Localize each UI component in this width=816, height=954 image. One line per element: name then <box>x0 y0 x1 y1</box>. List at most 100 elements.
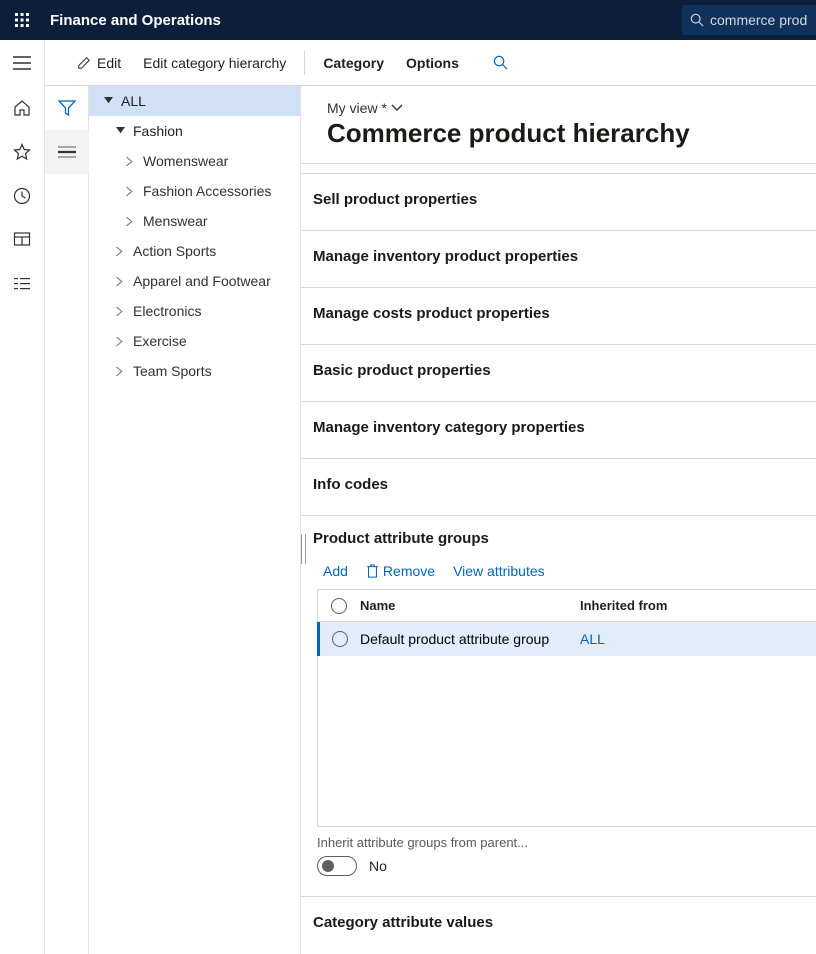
options-button[interactable]: Options <box>396 46 469 80</box>
attribute-grid: Name Inherited from Default product attr… <box>317 589 816 827</box>
command-bar: Edit Edit category hierarchy Category Op… <box>45 40 816 86</box>
search-icon <box>493 55 508 70</box>
section-sell[interactable]: Sell product properties <box>301 173 816 224</box>
inherit-label: Inherit attribute groups from parent... <box>317 835 816 850</box>
tree-label: Exercise <box>133 333 187 349</box>
search-value: commerce prod <box>710 12 807 28</box>
col-inherited[interactable]: Inherited from <box>580 598 816 613</box>
attr-toolbar: Add Remove View attributes <box>313 563 816 579</box>
hamburger-button[interactable] <box>0 40 45 86</box>
home-button[interactable] <box>0 86 45 130</box>
category-button[interactable]: Category <box>313 46 394 80</box>
workspaces-button[interactable] <box>0 218 45 262</box>
view-rail <box>45 86 89 954</box>
edit-button[interactable]: Edit <box>67 46 131 80</box>
expander-icon[interactable] <box>113 247 127 256</box>
expander-icon[interactable] <box>113 277 127 286</box>
tree-node-action-sports[interactable]: Action Sports <box>89 236 300 266</box>
chevron-down-icon <box>391 104 403 112</box>
tree-label: Fashion Accessories <box>143 183 271 199</box>
view-label: My view * <box>327 100 387 116</box>
inherit-value: No <box>369 858 387 874</box>
tree-label: Electronics <box>133 303 201 319</box>
expander-icon[interactable] <box>113 307 127 316</box>
separator <box>304 51 305 75</box>
global-header: Finance and Operations commerce prod <box>0 0 816 40</box>
attr-section-title: Product attribute groups <box>313 530 816 547</box>
section-cat-attr-values[interactable]: Category attribute values <box>301 896 816 947</box>
tree-node-womenswear[interactable]: Womenswear <box>89 146 300 176</box>
expander-icon[interactable] <box>113 367 127 376</box>
filter-icon <box>58 99 76 117</box>
recent-button[interactable] <box>0 174 45 218</box>
clock-icon <box>13 187 31 205</box>
product-attribute-groups-section: Product attribute groups Add Remove View… <box>301 515 816 896</box>
search-box[interactable]: commerce prod <box>682 5 816 35</box>
table-row[interactable]: Default product attribute group ALL <box>317 622 816 656</box>
waffle-icon <box>14 12 30 28</box>
find-button[interactable] <box>485 46 522 80</box>
modules-button[interactable] <box>0 262 45 306</box>
expander-icon[interactable] <box>113 337 127 346</box>
tree-node-exercise[interactable]: Exercise <box>89 326 300 356</box>
tree-panel: ALL Fashion Womenswear Fashion Accessori… <box>89 86 301 954</box>
tree-node-fashion-accessories[interactable]: Fashion Accessories <box>89 176 300 206</box>
view-switcher[interactable]: My view * <box>301 100 816 116</box>
tree-node-apparel-footwear[interactable]: Apparel and Footwear <box>89 266 300 296</box>
content-area: My view * Commerce product hierarchy Sel… <box>301 86 816 954</box>
hamburger-icon <box>13 56 31 70</box>
split-drag-handle[interactable] <box>301 534 306 564</box>
tree-label: Action Sports <box>133 243 216 259</box>
tree-label: Fashion <box>133 123 183 139</box>
remove-button[interactable]: Remove <box>366 563 435 579</box>
section-manage-inv-prod[interactable]: Manage inventory product properties <box>301 230 816 281</box>
expander-icon[interactable] <box>113 127 127 136</box>
tree-node-menswear[interactable]: Menswear <box>89 206 300 236</box>
tree-label: Menswear <box>143 213 208 229</box>
modules-icon <box>13 275 31 293</box>
inherit-toggle[interactable] <box>317 856 357 876</box>
search-icon <box>690 13 704 27</box>
home-icon <box>13 99 31 117</box>
app-launcher-button[interactable] <box>0 0 44 40</box>
expander-icon[interactable] <box>123 217 137 226</box>
edit-hierarchy-label: Edit category hierarchy <box>143 55 286 71</box>
tree-label: ALL <box>121 93 146 109</box>
tree-label: Apparel and Footwear <box>133 273 271 289</box>
add-button[interactable]: Add <box>323 563 348 579</box>
expander-icon[interactable] <box>123 157 137 166</box>
app-title: Finance and Operations <box>50 12 221 29</box>
section-basic[interactable]: Basic product properties <box>301 344 816 395</box>
list-icon <box>58 145 76 159</box>
star-icon <box>13 143 31 161</box>
edit-label: Edit <box>97 55 121 71</box>
col-name[interactable]: Name <box>360 598 580 613</box>
options-label: Options <box>406 55 459 71</box>
expander-icon[interactable] <box>101 97 115 106</box>
select-all[interactable] <box>318 598 360 614</box>
list-view-button[interactable] <box>45 130 89 174</box>
nav-rail <box>0 40 45 954</box>
expander-icon[interactable] <box>123 187 137 196</box>
pencil-icon <box>77 56 91 70</box>
grid-header: Name Inherited from <box>318 590 816 622</box>
section-info-codes[interactable]: Info codes <box>301 458 816 509</box>
row-name: Default product attribute group <box>360 631 580 647</box>
inherit-toggle-row: No <box>313 856 816 876</box>
view-attributes-button[interactable]: View attributes <box>453 563 545 579</box>
tree-node-electronics[interactable]: Electronics <box>89 296 300 326</box>
tree-node-all[interactable]: ALL <box>89 86 300 116</box>
tree-label: Womenswear <box>143 153 228 169</box>
tree-node-team-sports[interactable]: Team Sports <box>89 356 300 386</box>
tree-node-fashion[interactable]: Fashion <box>89 116 300 146</box>
trash-icon <box>366 564 379 578</box>
row-select[interactable] <box>320 631 360 647</box>
section-manage-inv-cat[interactable]: Manage inventory category properties <box>301 401 816 452</box>
tree-label: Team Sports <box>133 363 212 379</box>
row-inherited[interactable]: ALL <box>580 631 816 647</box>
section-manage-costs[interactable]: Manage costs product properties <box>301 287 816 338</box>
edit-hierarchy-button[interactable]: Edit category hierarchy <box>133 46 296 80</box>
page-title: Commerce product hierarchy <box>301 116 816 163</box>
favorites-button[interactable] <box>0 130 45 174</box>
filter-button[interactable] <box>45 86 89 130</box>
